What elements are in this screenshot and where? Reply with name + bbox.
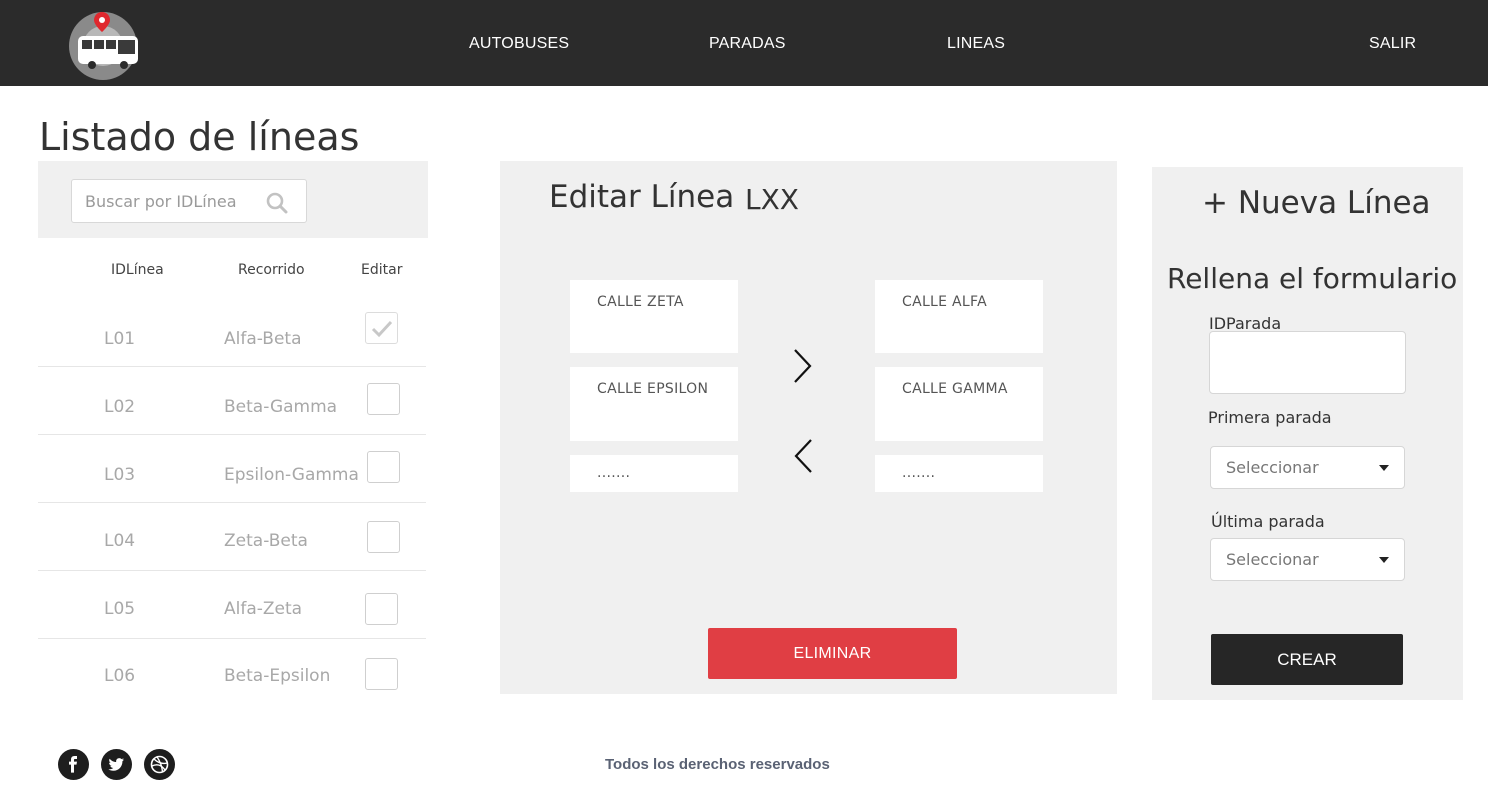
edit-checkbox[interactable] [367, 451, 400, 483]
delete-button[interactable]: ELIMINAR [708, 628, 957, 679]
search-input[interactable] [85, 190, 255, 212]
caret-down-icon [1379, 557, 1389, 563]
new-line-title: + Nueva Línea [1202, 185, 1431, 221]
table-row: L05 Alfa-Zeta [38, 571, 426, 639]
column-header-idlinea: IDLínea [111, 262, 164, 278]
search-box[interactable] [71, 179, 307, 223]
create-button[interactable]: CREAR [1211, 634, 1403, 685]
table-row: L06 Beta-Epsilon [38, 639, 426, 707]
row-id: L06 [104, 666, 136, 686]
street-label: CALLE EPSILON [597, 381, 709, 397]
row-recorrido: Alfa-Zeta [224, 599, 303, 619]
row-id: L02 [104, 397, 136, 417]
new-line-panel: + Nueva Línea Rellena el formulario IDPa… [1152, 167, 1463, 700]
nav-lineas[interactable]: LINEAS [947, 35, 1005, 53]
row-recorrido: Beta-Epsilon [224, 666, 331, 686]
edit-checkbox[interactable] [365, 312, 398, 344]
table-row: L03 Epsilon-Gamma [38, 435, 426, 503]
row-id: L03 [104, 465, 136, 485]
street-label: CALLE GAMMA [902, 381, 1008, 397]
nav-salir[interactable]: SALIR [1369, 35, 1416, 53]
right-street-item[interactable]: CALLE GAMMA [875, 367, 1043, 441]
street-label: CALLE ZETA [597, 294, 684, 310]
edit-line-title: Editar Línea [549, 179, 735, 215]
caret-down-icon [1379, 465, 1389, 471]
row-recorrido: Alfa-Beta [224, 329, 302, 349]
edit-line-panel: Editar Línea LXX CALLE ZETA CALLE EPSILO… [500, 161, 1117, 694]
search-icon[interactable] [265, 191, 288, 214]
edit-checkbox[interactable] [365, 658, 398, 690]
street-label: CALLE ALFA [902, 294, 987, 310]
facebook-icon[interactable] [58, 749, 89, 780]
right-street-item[interactable]: ....... [875, 455, 1043, 492]
idparada-input[interactable] [1209, 331, 1406, 394]
page-title: Listado de líneas [39, 115, 360, 159]
form-title: Rellena el formulario [1167, 262, 1458, 295]
left-street-item[interactable]: CALLE EPSILON [570, 367, 738, 441]
left-street-item[interactable]: ....... [570, 455, 738, 492]
edit-checkbox[interactable] [367, 521, 400, 553]
column-header-editar: Editar [361, 262, 403, 278]
column-header-recorrido: Recorrido [238, 262, 305, 278]
table-row: L01 Alfa-Beta [38, 299, 426, 367]
edit-checkbox[interactable] [365, 593, 398, 625]
twitter-icon[interactable] [101, 749, 132, 780]
chevron-left-icon[interactable] [792, 437, 814, 479]
footer-copyright: Todos los derechos reservados [605, 756, 830, 773]
search-bar [38, 161, 428, 238]
first-stop-label: Primera parada [1208, 408, 1332, 427]
street-label: ....... [902, 465, 936, 481]
table-row: L02 Beta-Gamma [38, 367, 426, 435]
street-label: ....... [597, 465, 631, 481]
row-id: L01 [104, 329, 136, 349]
nav-autobuses[interactable]: AUTOBUSES [469, 35, 569, 53]
first-stop-value: Seleccionar [1226, 458, 1319, 477]
dribbble-icon[interactable] [144, 749, 175, 780]
last-stop-value: Seleccionar [1226, 550, 1319, 569]
bus-location-logo-icon[interactable] [68, 10, 140, 80]
last-stop-select[interactable]: Seleccionar [1210, 538, 1405, 581]
row-recorrido: Epsilon-Gamma [224, 465, 359, 485]
nav-paradas[interactable]: PARADAS [709, 35, 786, 53]
table-row: L04 Zeta-Beta [38, 503, 426, 571]
row-recorrido: Zeta-Beta [224, 531, 308, 551]
navbar: AUTOBUSES PARADAS LINEAS SALIR [0, 0, 1488, 86]
row-recorrido: Beta-Gamma [224, 397, 338, 417]
check-icon [371, 320, 393, 338]
first-stop-select[interactable]: Seleccionar [1210, 446, 1405, 489]
row-id: L04 [104, 531, 136, 551]
row-id: L05 [104, 599, 136, 619]
edit-checkbox[interactable] [367, 383, 400, 415]
chevron-right-icon[interactable] [792, 347, 814, 389]
last-stop-label: Última parada [1211, 512, 1325, 531]
left-street-item[interactable]: CALLE ZETA [570, 280, 738, 353]
right-street-item[interactable]: CALLE ALFA [875, 280, 1043, 353]
edit-line-code: LXX [745, 183, 799, 216]
